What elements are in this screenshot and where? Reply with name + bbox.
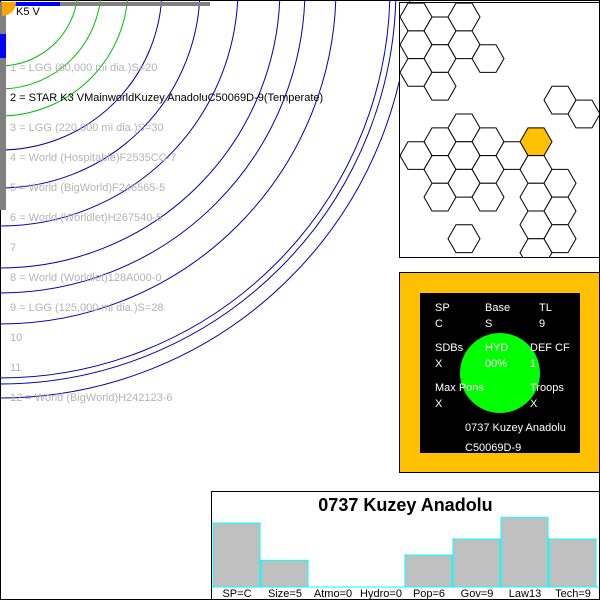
orbit-label-1[interactable]: 1 = LGG (80,000 mi dia.)S=20 <box>10 62 157 74</box>
stats-bar-chart <box>212 517 599 588</box>
stat-bar-label-5: Gov=9 <box>460 588 494 600</box>
stat-bar-label-3: Hydro=0 <box>360 588 402 600</box>
starport-value: C <box>435 318 443 330</box>
stat-bar-4 <box>404 554 453 588</box>
stat-bar-label-6: Law13 <box>508 588 542 600</box>
stat-bar-label-1: Size=5 <box>268 588 302 600</box>
orbit-label-8[interactable]: 8 = World (Worldlet)128A000-0 <box>10 272 162 284</box>
orbit-scroll-bar[interactable] <box>0 2 6 210</box>
orbit-ring-12[interactable] <box>0 0 411 399</box>
orbit-label-12[interactable]: 12 = World (BigWorld)H242123-6 <box>10 392 173 404</box>
tech-level-value: 9 <box>539 318 546 330</box>
orbit-label-5[interactable]: 5 = World (BigWorld)F246565-5 <box>10 182 165 194</box>
tech-level-label: TL <box>539 302 552 314</box>
world-stats-panel: 0737 Kuzey Anadolu SP=C Size=5 Atmo=0 Hydro… <box>211 491 600 600</box>
world-info-panel: SP C Base S TL 9 SDBs X HYD 00% DEF CF 1… <box>399 272 600 473</box>
star-icon[interactable] <box>2 2 16 16</box>
troops-label: Troops <box>530 382 564 394</box>
stat-bar-label-4: Pop=6 <box>412 588 446 600</box>
stat-bar-label-7: Tech=9 <box>555 588 591 600</box>
orbit-label-11[interactable]: 11 <box>10 362 21 374</box>
base-label: Base <box>485 302 511 314</box>
starport-label: SP <box>435 302 450 314</box>
defense-value: 1 <box>530 358 537 370</box>
star-label: K5 V <box>16 6 40 18</box>
stat-bar-7 <box>548 538 597 588</box>
orbit-top-bar <box>60 2 210 6</box>
stat-bar-label-2: Atmo=0 <box>313 588 353 600</box>
defense-label: DEF CF <box>530 342 570 354</box>
troops-value: X <box>530 398 538 410</box>
orbit-label-2[interactable]: 2 = STAR K3 VMainworldKuzey AnadoluC5006… <box>10 92 323 104</box>
world-uwp: C50069D-9 <box>465 442 522 454</box>
stat-bar-label-0: SP=C <box>222 588 252 600</box>
sdb-value: X <box>435 358 443 370</box>
selected-orbit-marker <box>0 34 6 58</box>
orbit-label-9[interactable]: 9 = LGG (125,000 mi dia.)S=28 <box>10 302 163 314</box>
orbit-label-7[interactable]: 7 <box>10 242 16 254</box>
orbit-label-3[interactable]: 3 = LGG (220,000 mi dia.)S=30 <box>10 122 163 134</box>
sdb-label: SDBs <box>435 342 464 354</box>
hydrographics-value: 00% <box>485 358 508 370</box>
hex-map-panel[interactable] <box>399 2 600 258</box>
stat-bar-1 <box>260 559 309 588</box>
hydrographics-label: HYD <box>485 342 509 354</box>
max-pons-value: X <box>435 398 443 410</box>
orbit-ring-7[interactable] <box>0 0 281 269</box>
world-info-card: SP C Base S TL 9 SDBs X HYD 00% DEF CF 1… <box>420 293 580 454</box>
max-pons-label: Max Pons <box>435 382 484 394</box>
stat-bar-5 <box>452 538 501 588</box>
stat-bar-0 <box>212 522 261 588</box>
hex-cell[interactable] <box>447 224 481 254</box>
orbit-label-4[interactable]: 4 = World (Hospitable)F2535CC-7 <box>10 152 176 164</box>
base-value: S <box>485 318 493 330</box>
stat-bar-6 <box>500 517 549 588</box>
orbit-label-6[interactable]: 6 = World (Worldlet)H267540-5 <box>10 212 162 224</box>
hex-map[interactable] <box>400 3 599 257</box>
world-name: 0737 Kuzey Anadolu <box>465 422 566 434</box>
orbit-label-10[interactable]: 10 <box>10 332 22 344</box>
